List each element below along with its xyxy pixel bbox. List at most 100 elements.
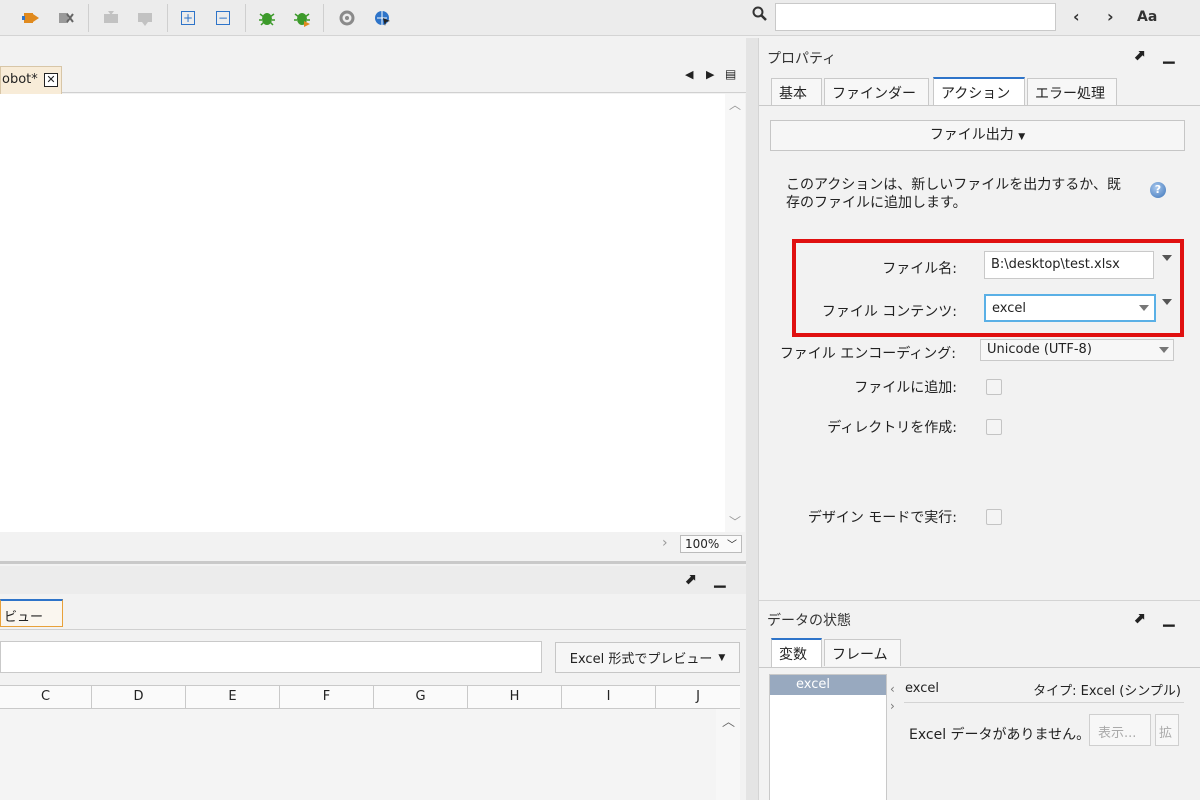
excel-preview-button-label: Excel 形式でプレビュー [569, 652, 713, 667]
tab-preview[interactable]: ビュー [0, 599, 63, 627]
tab-scroll-left-icon[interactable]: ◀ [685, 68, 693, 81]
undock-icon[interactable]: ⬈ [1133, 46, 1146, 64]
toolbar-separator [167, 4, 168, 32]
close-icon[interactable]: ✕ [44, 73, 58, 87]
properties-title: プロパティ [767, 51, 837, 67]
tab-preview-label: ビュー [4, 610, 44, 625]
minimize-icon[interactable]: ▁ [1163, 609, 1175, 627]
tab-variables[interactable]: 変数 [771, 638, 822, 667]
horizontal-splitter[interactable] [0, 561, 750, 564]
design-mode-label: デザイン モードで実行: [807, 510, 957, 526]
search-next-button[interactable]: › [1107, 7, 1114, 26]
toolbar-separator [245, 4, 246, 32]
caret-down-icon: ▼ [1018, 132, 1026, 142]
append-checkbox[interactable] [986, 379, 1002, 395]
action-type-dropdown[interactable]: ファイル出力 ▼ [770, 120, 1185, 151]
divider [904, 702, 1184, 703]
minimize-icon[interactable]: ▁ [714, 570, 726, 588]
data-state-panel: データの状態 ⬈ ▁ 変数 フレーム excel ‹ › excel タイプ: … [758, 600, 1200, 800]
caret-down-icon: ▼ [718, 652, 726, 663]
search-input[interactable] [775, 3, 1056, 31]
scroll-down-icon[interactable]: ﹀ [729, 513, 741, 530]
step-back-icon[interactable] [98, 6, 124, 30]
encoding-select[interactable]: Unicode (UTF-8) [980, 339, 1174, 361]
column-header[interactable]: F [280, 686, 374, 708]
file-name-label: ファイル名: [882, 261, 957, 277]
tab-error-handling[interactable]: エラー処理 [1027, 78, 1117, 105]
grid-vertical-scrollbar[interactable]: ︿ [716, 709, 740, 800]
vertical-splitter[interactable] [746, 38, 758, 800]
column-header[interactable]: C [0, 686, 92, 708]
file-name-field[interactable]: B:\desktop\test.xlsx [984, 251, 1154, 279]
collapse-left-icon[interactable]: ‹ [890, 682, 895, 696]
chevron-down-icon: ﹀ [727, 540, 737, 551]
file-content-menu-icon[interactable] [1162, 299, 1172, 305]
chevron-down-icon [1159, 347, 1169, 353]
list-item[interactable]: excel [770, 675, 886, 695]
no-data-message: Excel データがありません。 [909, 727, 1091, 743]
search-prev-button[interactable]: ‹ [1073, 7, 1080, 26]
run-to-icon[interactable] [18, 6, 44, 30]
expand-right-icon[interactable]: › [890, 699, 895, 713]
debug-icon[interactable] [254, 6, 280, 30]
tab-action[interactable]: アクション [933, 77, 1025, 106]
search-bar: ‹ › Aa [750, 0, 1200, 36]
column-header[interactable]: H [468, 686, 562, 708]
zoom-select[interactable]: 100% ﹀ [680, 535, 742, 553]
stop-icon[interactable] [53, 6, 79, 30]
excel-preview-button[interactable]: Excel 形式でプレビュー ▼ [555, 642, 740, 673]
file-content-label: ファイル コンテンツ: [821, 304, 957, 320]
chevron-down-icon [1139, 305, 1149, 311]
match-case-button[interactable]: Aa [1137, 9, 1157, 25]
tab-underline [759, 667, 1200, 668]
encoding-value: Unicode (UTF-8) [987, 342, 1092, 357]
selected-variable-name: excel [905, 681, 939, 696]
column-header[interactable]: D [92, 686, 186, 708]
scroll-up-icon[interactable]: ︿ [722, 711, 735, 730]
show-button[interactable]: 表示... [1089, 714, 1151, 746]
zoom-value: 100% [685, 537, 720, 551]
spreadsheet-grid[interactable] [0, 709, 716, 800]
zoom-bar: › 100% ﹀ [0, 532, 750, 560]
create-directory-checkbox[interactable] [986, 419, 1002, 435]
undock-icon[interactable]: ⬈ [684, 570, 697, 588]
column-header[interactable]: E [186, 686, 280, 708]
column-header[interactable]: J [656, 686, 740, 708]
minimize-icon[interactable]: ▁ [1163, 46, 1175, 64]
toolbar-separator [323, 4, 324, 32]
help-icon[interactable]: ? [1150, 182, 1166, 198]
column-header[interactable]: I [562, 686, 656, 708]
document-tab[interactable]: obot* ✕ [0, 66, 62, 94]
preview-panel-header: ⬈ ▁ [0, 566, 750, 594]
file-content-select[interactable]: excel [984, 294, 1156, 322]
preview-path-input[interactable] [0, 641, 542, 673]
step-forward-icon[interactable] [132, 6, 158, 30]
tab-basic[interactable]: 基本 [771, 78, 822, 105]
column-header[interactable]: G [374, 686, 468, 708]
expand-button[interactable]: 拡 [1155, 714, 1179, 746]
preview-tab-row: ビュー [0, 594, 750, 630]
tab-scroll-right-icon[interactable]: ▶ [706, 68, 714, 81]
debug-step-icon[interactable] [289, 6, 315, 30]
globe-icon[interactable] [369, 6, 395, 30]
expand-icon[interactable]: + [175, 6, 201, 30]
design-mode-checkbox[interactable] [986, 509, 1002, 525]
variable-type: タイプ: Excel (シンプル) [1033, 684, 1181, 699]
collapse-icon[interactable]: − [210, 6, 236, 30]
spreadsheet-column-header: C D E F G H I J [0, 685, 740, 709]
workflow-canvas[interactable] [0, 94, 725, 532]
create-directory-label: ディレクトリを作成: [827, 420, 957, 436]
file-name-menu-icon[interactable] [1162, 255, 1172, 261]
action-description: このアクションは、新しいファイルを出力するか、既存のファイルに追加します。 [786, 177, 1122, 211]
chevron-right-icon[interactable]: › [662, 535, 668, 551]
editor-tab-bar: obot* ✕ ◀ ▶ ▤ [0, 38, 750, 94]
scroll-up-icon[interactable]: ︿ [729, 96, 741, 113]
settings-icon[interactable] [334, 6, 360, 30]
tab-finder[interactable]: ファインダー [824, 78, 929, 105]
variable-detail: excel タイプ: Excel (シンプル) Excel データがありません。… [904, 674, 1199, 800]
undock-icon[interactable]: ⬈ [1133, 609, 1146, 627]
tab-list-icon[interactable]: ▤ [725, 67, 736, 81]
append-label: ファイルに追加: [854, 380, 957, 396]
canvas-vertical-scrollbar[interactable]: ︿ ﹀ [725, 94, 745, 532]
tab-frames[interactable]: フレーム [824, 639, 901, 666]
